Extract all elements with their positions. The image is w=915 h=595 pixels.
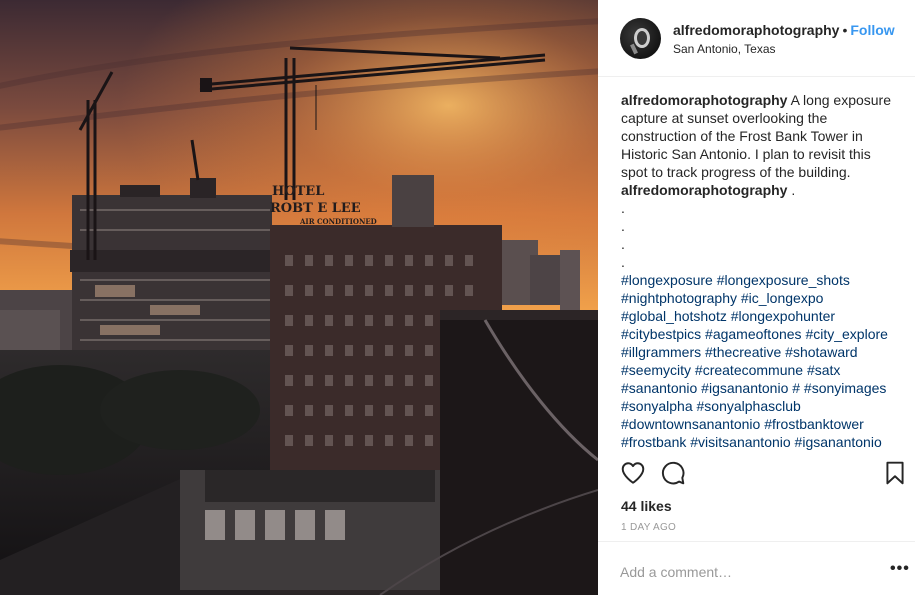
likes-count[interactable]: 44 likes <box>621 498 672 514</box>
separator-dot: • <box>842 22 848 38</box>
hashtag-list: #longexposure #longexposure_shots #night… <box>621 271 901 451</box>
save-button[interactable] <box>882 460 910 488</box>
caption: alfredomoraphotography A long exposure c… <box>621 91 901 181</box>
post-photo[interactable]: HOTEL ROBT E LEE AIR CONDITIONED <box>0 0 598 595</box>
post-timestamp[interactable]: 1 DAY AGO <box>621 522 676 533</box>
hashtag-line[interactable]: #illgrammers #thecreative #shotaward <box>621 343 901 361</box>
hotel-sign-line3: AIR CONDITIONED <box>299 217 377 226</box>
hashtag-line[interactable]: #sonyalpha #sonyalphasclub <box>621 397 901 415</box>
heart-icon <box>621 462 645 484</box>
hashtag-line[interactable]: #downtownsanantonio #frostbanktower <box>621 415 901 433</box>
camera-avatar-icon <box>630 28 650 55</box>
comment-text: . <box>791 182 796 198</box>
location-link[interactable]: San Antonio, Texas <box>673 42 776 56</box>
dot-line: . <box>621 254 625 270</box>
avatar[interactable] <box>620 18 661 59</box>
add-comment-section: ••• <box>598 541 915 595</box>
comment-username[interactable]: alfredomoraphotography <box>621 182 787 198</box>
sunset-construction-photo: HOTEL ROBT E LEE AIR CONDITIONED <box>0 0 598 595</box>
dot-line: . <box>621 200 625 216</box>
hotel-sign-line1: HOTEL <box>272 184 324 199</box>
comment-button[interactable] <box>660 460 688 488</box>
action-bar <box>598 460 915 490</box>
comment-bubble-icon <box>661 461 685 485</box>
post-header: alfredomoraphotography • Follow San Antoni… <box>598 0 915 77</box>
hashtag-line[interactable]: #nightphotography #ic_longexpo <box>621 289 901 307</box>
comment-input[interactable] <box>620 562 860 582</box>
hashtag-line[interactable]: #seemycity #createcommune #satx <box>621 361 901 379</box>
post-details-panel: alfredomoraphotography • Follow San Antoni… <box>598 0 915 595</box>
hashtag-line[interactable]: #global_hotshotz #longexpohunter <box>621 307 901 325</box>
dot-line: . <box>621 236 625 252</box>
dot-line: . <box>621 218 625 234</box>
follow-button[interactable]: Follow <box>850 22 894 38</box>
bookmark-icon <box>886 461 904 485</box>
comment-block: alfredomoraphotography . . . . . #longex… <box>621 181 901 451</box>
hashtag-line[interactable]: #frostbank #visitsanantonio #igsanantoni… <box>621 433 901 451</box>
header-username[interactable]: alfredomoraphotography <box>673 22 839 38</box>
hashtag-line[interactable]: #longexposure #longexposure_shots <box>621 271 901 289</box>
like-button[interactable] <box>620 460 648 488</box>
caption-username[interactable]: alfredomoraphotography <box>621 92 787 108</box>
hashtag-line[interactable]: #sanantonio #igsanantonio # #sonyimages <box>621 379 901 397</box>
hotel-sign-line2: ROBT E LEE <box>270 201 361 216</box>
comments-scroll-area[interactable]: alfredomoraphotography A long exposure c… <box>621 91 901 455</box>
hashtag-line[interactable]: #citybestpics #agameoftones #city_explor… <box>621 325 901 343</box>
more-options-icon[interactable]: ••• <box>890 560 910 578</box>
